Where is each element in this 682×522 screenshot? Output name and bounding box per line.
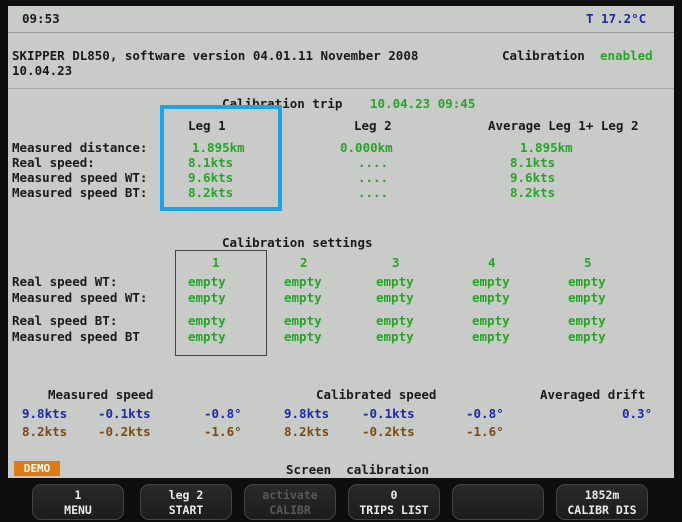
col-average: Average Leg 1+ Leg 2	[488, 118, 639, 133]
avg-measured-bt: 8.2kts	[510, 185, 556, 200]
settings-cell: empty	[188, 274, 226, 289]
temperature: T 17.2°C	[586, 11, 647, 26]
softkey-line1: leg 2	[168, 488, 204, 502]
row-label-measured-bt: Measured speed BT:	[12, 185, 148, 200]
settings-cell: empty	[188, 290, 226, 305]
status-bar	[8, 6, 674, 33]
leg1-measured-wt: 9.6kts	[188, 170, 234, 185]
averaged-drift-value: 0.3°	[622, 406, 653, 421]
settings-cell: empty	[376, 274, 414, 289]
blank-softkey[interactable]	[452, 484, 544, 520]
leg2-real-speed: ....	[358, 155, 389, 170]
settings-label-measured-bt: Measured speed BT	[12, 329, 140, 344]
softkey-line2: START	[168, 503, 204, 517]
settings-cell: empty	[284, 329, 322, 344]
calibration-state: enabled	[600, 48, 653, 63]
settings-label-measured-wt: Measured speed WT:	[12, 290, 148, 305]
settings-cell: empty	[376, 313, 414, 328]
clock: 09:53	[22, 11, 60, 26]
settings-cell: empty	[568, 290, 606, 305]
leg1-real-speed: 8.1kts	[188, 155, 234, 170]
bt-calibrated-speed: 8.2kts	[284, 424, 330, 439]
settings-cell: empty	[472, 290, 510, 305]
settings-cell: empty	[472, 313, 510, 328]
settings-cell: empty	[472, 274, 510, 289]
softkey-line2: CALIBR	[269, 503, 311, 517]
trips-list-softkey[interactable]: 0 TRIPS LIST	[348, 484, 440, 520]
settings-col-4: 4	[488, 255, 496, 270]
separator	[8, 88, 674, 89]
softkey-line2: CALIBR DIS	[567, 503, 637, 517]
activate-calibr-softkey[interactable]: activate CALIBR	[244, 484, 336, 520]
leg1-measured-bt: 8.2kts	[188, 185, 234, 200]
softkey-line1: 1852m	[584, 488, 620, 502]
averaged-drift-heading: Averaged drift	[540, 387, 646, 402]
softkey-line1: 0	[390, 488, 398, 502]
softkey-line1: activate	[262, 488, 318, 502]
bt-calibrated-offset: -0.2kts	[362, 424, 415, 439]
settings-cell: empty	[284, 313, 322, 328]
measured-speed-heading: Measured speed	[48, 387, 154, 402]
calibr-distance-softkey[interactable]: 1852m CALIBR DIS	[556, 484, 648, 520]
menu-softkey[interactable]: 1 MENU	[32, 484, 124, 520]
avg-distance: 1.895km	[520, 140, 573, 155]
settings-label-real-bt: Real speed BT:	[12, 313, 118, 328]
leg2-measured-wt: ....	[358, 170, 389, 185]
row-label-measured-wt: Measured speed WT:	[12, 170, 148, 185]
settings-cell: empty	[568, 313, 606, 328]
settings-cell: empty	[284, 290, 322, 305]
avg-measured-wt: 9.6kts	[510, 170, 556, 185]
softkey-line2: TRIPS LIST	[359, 503, 429, 517]
settings-label-real-wt: Real speed WT:	[12, 274, 118, 289]
leg2-start-softkey[interactable]: leg 2 START	[140, 484, 232, 520]
leg2-measured-bt: ....	[358, 185, 389, 200]
settings-cell: empty	[568, 274, 606, 289]
col-leg2: Leg 2	[354, 118, 392, 133]
avg-real-speed: 8.1kts	[510, 155, 556, 170]
calibrated-speed-heading: Calibrated speed	[316, 387, 437, 402]
settings-cell: empty	[284, 274, 322, 289]
demo-badge: DEMO	[14, 461, 60, 476]
row-label-real-speed: Real speed:	[12, 155, 95, 170]
wt-calibrated-offset: -0.1kts	[362, 406, 415, 421]
wt-measured-offset: -0.1kts	[98, 406, 151, 421]
row-label-distance: Measured distance:	[12, 140, 148, 155]
settings-col-3: 3	[392, 255, 400, 270]
wt-measured-speed: 9.8kts	[22, 406, 68, 421]
bt-measured-offset: -0.2kts	[98, 424, 151, 439]
settings-cell: empty	[376, 329, 414, 344]
wt-calibrated-angle: -0.8°	[466, 406, 504, 421]
bt-measured-speed: 8.2kts	[22, 424, 68, 439]
leg1-distance: 1.895km	[192, 140, 245, 155]
settings-col-1: 1	[212, 255, 220, 270]
settings-col-5: 5	[584, 255, 592, 270]
device-info: SKIPPER DL850, software version 04.01.11…	[12, 48, 419, 63]
settings-cell: empty	[472, 329, 510, 344]
wt-calibrated-speed: 9.8kts	[284, 406, 330, 421]
leg2-distance: 0.000km	[340, 140, 393, 155]
settings-col-2: 2	[300, 255, 308, 270]
settings-title: Calibration settings	[222, 235, 373, 250]
trip-time: 10.04.23 09:45	[370, 96, 476, 111]
header-date: 10.04.23	[12, 63, 73, 78]
screen-title: Screen calibration	[286, 462, 429, 477]
col-leg1: Leg 1	[188, 118, 226, 133]
calibration-screen: 09:53 T 17.2°C SKIPPER DL850, software v…	[0, 0, 682, 522]
bt-calibrated-angle: -1.6°	[466, 424, 504, 439]
settings-cell: empty	[188, 313, 226, 328]
wt-measured-angle: -0.8°	[204, 406, 242, 421]
settings-cell: empty	[568, 329, 606, 344]
softkey-line2: MENU	[64, 503, 92, 517]
settings-cell: empty	[188, 329, 226, 344]
bt-measured-angle: -1.6°	[204, 424, 242, 439]
settings-cell: empty	[376, 290, 414, 305]
calibration-label: Calibration	[502, 48, 585, 63]
softkey-line1: 1	[74, 488, 82, 502]
